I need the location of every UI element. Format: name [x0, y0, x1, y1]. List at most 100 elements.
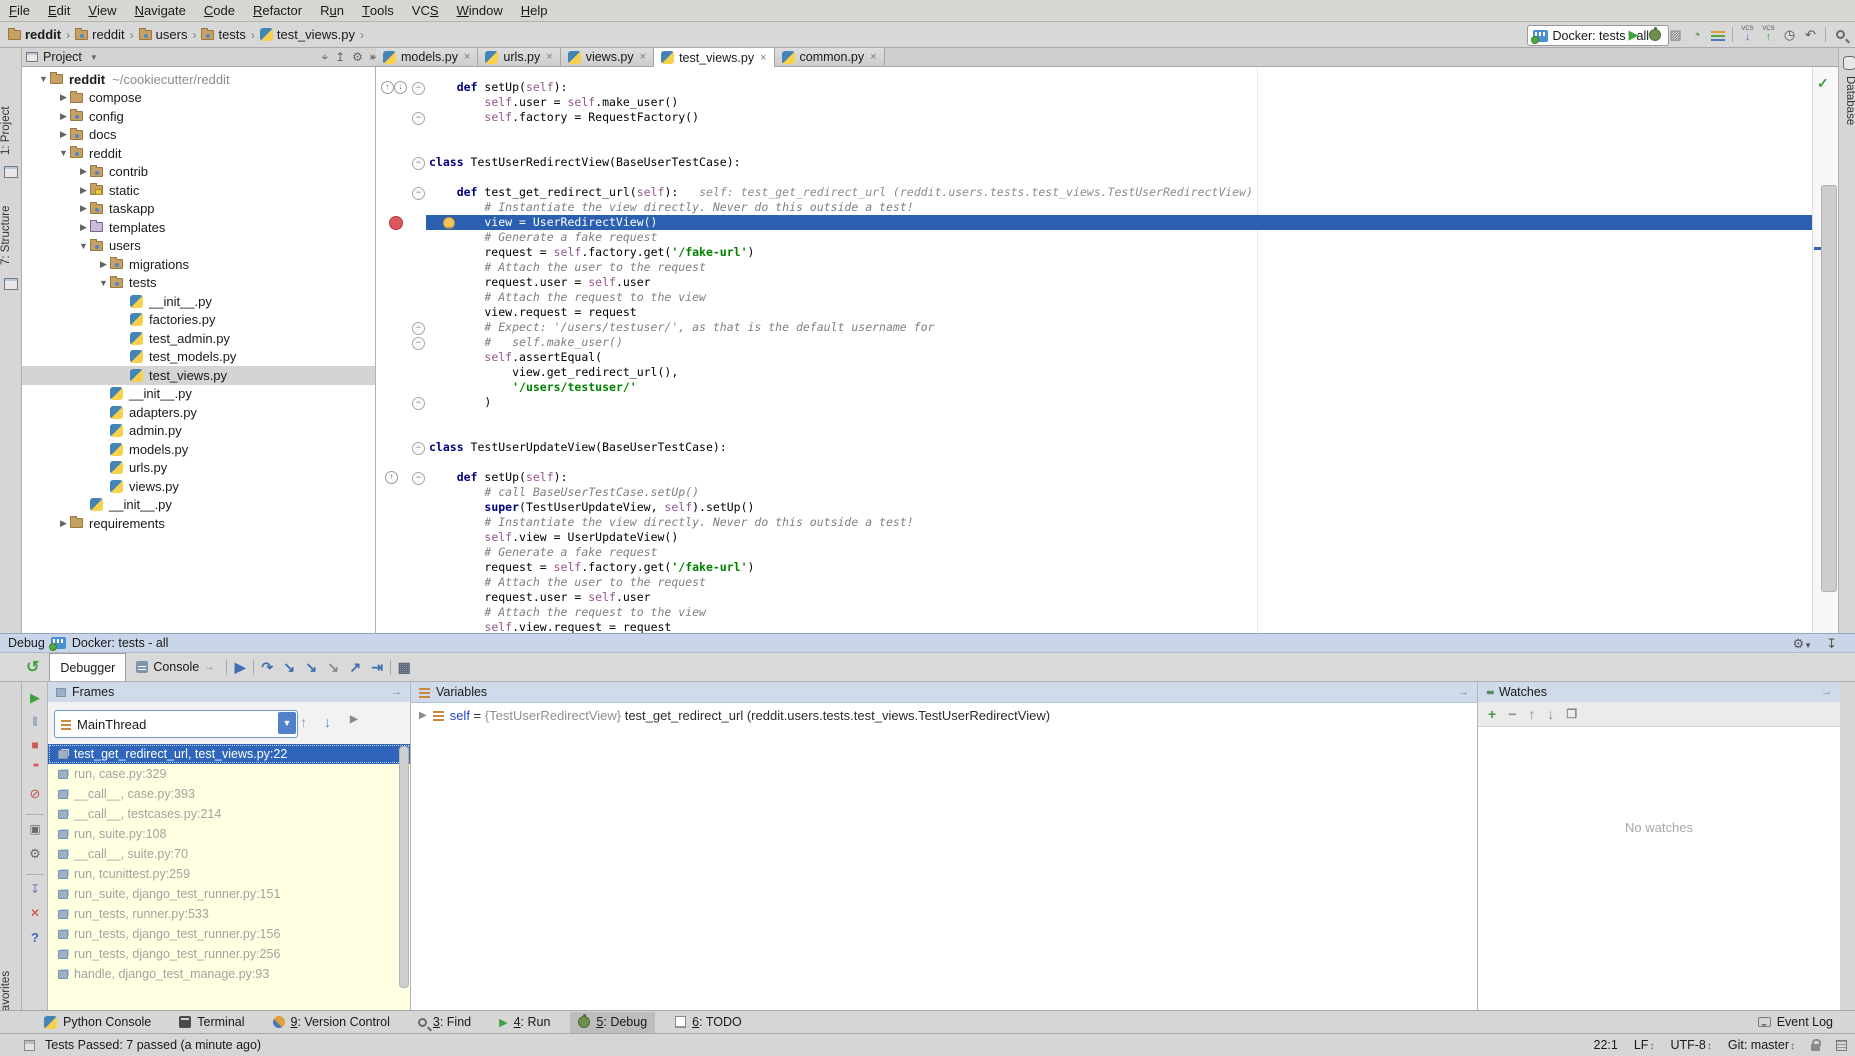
code-line[interactable]: def test_get_redirect_url(self): self: t… — [426, 185, 1812, 200]
code-area[interactable]: def setUp(self): self.user = self.make_u… — [426, 80, 1812, 633]
collapsed-arrow-icon[interactable]: ▶ — [77, 185, 90, 196]
toolwindow-4-run[interactable]: ▶4: Run — [491, 1012, 558, 1033]
tree-item-templates[interactable]: ▶templates — [22, 218, 375, 237]
stop-icon[interactable]: ■ — [22, 738, 48, 752]
code-line[interactable]: self.assertEqual( — [426, 350, 1812, 365]
force-step-into-icon[interactable]: ↘ — [300, 657, 322, 677]
run-icon[interactable]: ▶ — [1625, 26, 1642, 43]
menu-view[interactable]: View — [79, 0, 125, 22]
tree-item-contrib[interactable]: ▶contrib — [22, 163, 375, 182]
code-line[interactable]: # self.make_user() — [426, 335, 1812, 350]
chevron-down-icon[interactable]: ▼ — [90, 53, 98, 62]
tab-urls.py[interactable]: urls.py× — [478, 48, 560, 66]
vcs-commit-icon[interactable]: VCS↑ — [1760, 26, 1777, 43]
code-line[interactable]: # Attach the user to the request — [426, 575, 1812, 590]
code-line[interactable]: request.user = self.user — [426, 275, 1812, 290]
code-line[interactable]: self.user = self.make_user() — [426, 95, 1812, 110]
breadcrumb-item[interactable]: tests — [201, 27, 245, 42]
overridden-method-icon[interactable]: ↑ — [381, 81, 394, 94]
toolwindow-toggle-icon[interactable] — [24, 1040, 35, 1051]
profiler-icon[interactable]: ◔ — [1688, 26, 1705, 43]
frame-row[interactable]: run_tests, runner.py:533 — [48, 904, 410, 924]
search-everywhere-icon[interactable] — [1832, 26, 1849, 43]
tree-item-tests[interactable]: ▼tests — [22, 274, 375, 293]
tree-item-__init__-py[interactable]: __init__.py — [22, 496, 375, 515]
code-line[interactable]: # Instantiate the view directly. Never d… — [426, 515, 1812, 530]
frame-down-button[interactable]: ↓ — [324, 714, 331, 730]
code-line[interactable]: request.user = self.user — [426, 590, 1812, 605]
gear-icon[interactable]: ⚙ — [352, 50, 363, 64]
code-line[interactable] — [426, 425, 1812, 440]
editor-gutter[interactable]: −↑↓−−−−−−−−↑ — [376, 67, 426, 633]
move-watch-up-button[interactable]: ↑ — [1528, 706, 1535, 722]
tree-item-urls-py[interactable]: urls.py — [22, 459, 375, 478]
add-watch-button[interactable]: + — [1488, 706, 1496, 722]
toolwindow-terminal[interactable]: Terminal — [171, 1012, 252, 1033]
highlighting-level-icon[interactable] — [1836, 1040, 1847, 1051]
status-22-1[interactable]: 22:1 — [1594, 1038, 1618, 1052]
dock-icon[interactable]: → — [1821, 686, 1832, 698]
code-line[interactable]: self.view = UserUpdateView() — [426, 530, 1812, 545]
close-icon[interactable]: × — [640, 51, 646, 63]
code-line[interactable]: # Attach the user to the request — [426, 260, 1812, 275]
fold-marker-icon[interactable]: − — [412, 397, 425, 410]
menu-run[interactable]: Run — [311, 0, 353, 22]
breadcrumb-item[interactable]: reddit — [75, 27, 125, 42]
pin-icon[interactable]: ↧ — [22, 882, 48, 896]
menu-navigate[interactable]: Navigate — [126, 0, 195, 22]
code-line[interactable]: # Attach the request to the view — [426, 605, 1812, 620]
frame-row[interactable]: __call__, suite.py:70 — [48, 844, 410, 864]
evaluate-expression-icon[interactable]: ▦ — [393, 657, 415, 677]
frame-row[interactable]: __call__, testcases.py:214 — [48, 804, 410, 824]
code-line[interactable]: def setUp(self): — [426, 470, 1812, 485]
tree-item-docs[interactable]: ▶docs — [22, 126, 375, 145]
dock-icon[interactable]: → — [1458, 686, 1469, 698]
code-line[interactable] — [426, 140, 1812, 155]
tool-button-database[interactable]: Database — [1840, 76, 1855, 156]
menu-edit[interactable]: Edit — [39, 0, 79, 22]
move-watch-down-button[interactable]: ↓ — [1547, 706, 1554, 722]
run-to-cursor-icon[interactable]: ⇥ — [366, 657, 388, 677]
rerun-icon[interactable]: ↺ — [26, 657, 39, 677]
view-breakpoints-icon[interactable]: ●● — [22, 762, 48, 769]
expanded-arrow-icon[interactable]: ▼ — [77, 241, 90, 251]
dock-icon[interactable]: → — [391, 686, 402, 698]
menu-code[interactable]: Code — [195, 0, 244, 22]
fold-marker-icon[interactable]: − — [412, 187, 425, 200]
menu-file[interactable]: File — [0, 0, 39, 22]
remove-watch-button[interactable]: − — [1508, 706, 1516, 722]
help-icon[interactable]: ? — [22, 930, 48, 945]
settings-icon[interactable]: ⚙ — [22, 846, 48, 862]
tree-item-adapters-py[interactable]: adapters.py — [22, 403, 375, 422]
tree-item-migrations[interactable]: ▶migrations — [22, 255, 375, 274]
coverage-icon[interactable]: ▨ — [1667, 26, 1684, 43]
code-line[interactable]: view.request = request — [426, 305, 1812, 320]
code-line[interactable]: # Expect: '/users/testuser/', as that is… — [426, 320, 1812, 335]
collapse-all-icon[interactable]: ↥ — [335, 50, 345, 64]
error-stripe[interactable]: ✓ — [1812, 67, 1838, 633]
run-dashboard-icon[interactable] — [1709, 26, 1726, 43]
code-line[interactable] — [426, 170, 1812, 185]
code-line[interactable]: # Generate a fake request — [426, 230, 1812, 245]
status-git-master[interactable]: Git: master↕ — [1728, 1038, 1795, 1052]
step-out-icon[interactable]: ↗ — [344, 657, 366, 677]
show-execution-point-icon[interactable]: ▶ — [229, 657, 251, 677]
tool-button-7-structure[interactable]: 7: Structure — [0, 198, 21, 272]
expanded-arrow-icon[interactable]: ▼ — [57, 148, 70, 158]
frame-row[interactable]: __call__, case.py:393 — [48, 784, 410, 804]
fold-marker-icon[interactable]: − — [412, 472, 425, 485]
tree-item-factories-py[interactable]: factories.py — [22, 311, 375, 330]
menu-tools[interactable]: Tools — [353, 0, 403, 22]
collapsed-arrow-icon[interactable]: ▶ — [77, 222, 90, 233]
overriding-method-icon[interactable]: ↓ — [394, 81, 407, 94]
code-line[interactable]: view.get_redirect_url(), — [426, 365, 1812, 380]
toolwindow-python-console[interactable]: Python Console — [36, 1012, 159, 1033]
collapsed-arrow-icon[interactable]: ▶ — [77, 203, 90, 214]
code-line[interactable]: request = self.factory.get('/fake-url') — [426, 245, 1812, 260]
fold-marker-icon[interactable]: − — [412, 157, 425, 170]
expanded-arrow-icon[interactable]: ▼ — [37, 74, 50, 84]
breadcrumb-item[interactable]: test_views.py — [260, 27, 355, 42]
tree-item-admin-py[interactable]: admin.py — [22, 422, 375, 441]
vcs-update-icon[interactable]: VCS↓ — [1739, 26, 1756, 43]
restore-layout-icon[interactable]: ▣ — [22, 822, 48, 836]
